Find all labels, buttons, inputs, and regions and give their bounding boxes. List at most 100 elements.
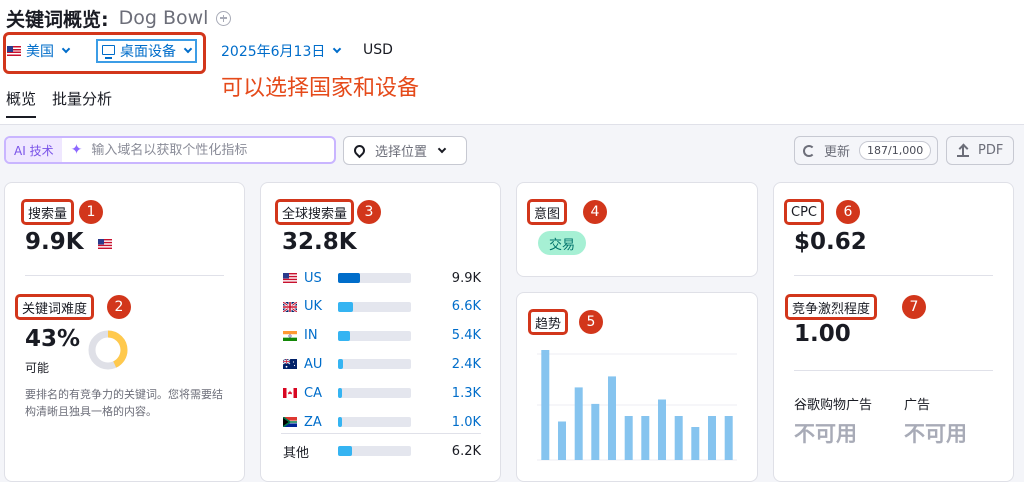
trend-bar-2[interactable]	[558, 421, 566, 461]
country-bar-track	[338, 330, 411, 341]
ads-value: 不可用	[904, 422, 967, 446]
ads-label: 广告	[904, 398, 931, 413]
keyword-title: Dog Bowl	[118, 7, 209, 29]
badge-4: 4	[583, 200, 607, 224]
country-bar-track	[338, 388, 411, 399]
country-bar-track	[338, 359, 411, 370]
trend-bar-12[interactable]	[724, 416, 733, 460]
volume-value: 9.9K	[25, 229, 112, 255]
tab-bar: 概览 批量分析	[6, 88, 128, 118]
country-bar-fill	[338, 417, 342, 427]
country-bar-track	[338, 417, 411, 427]
in-flag-icon	[283, 330, 297, 341]
trend-bar-4[interactable]	[591, 403, 600, 460]
shopping-ads-value: 不可用	[794, 422, 857, 446]
location-dropdown[interactable]: 选择位置	[343, 136, 467, 165]
trend-bar-10[interactable]	[691, 427, 700, 460]
pdf-export-button[interactable]: PDF	[946, 136, 1014, 165]
country-bar-fill	[338, 330, 350, 341]
country-row-in[interactable]: IN 5.4K	[283, 328, 481, 344]
location-label: 选择位置	[375, 145, 428, 160]
card-divider	[794, 275, 993, 276]
pdf-label: PDF	[978, 143, 1004, 158]
badge-2: 2	[107, 295, 131, 319]
country-row-other[interactable]: 其他 6.2K	[283, 443, 481, 461]
country-value: 9.9K	[451, 270, 481, 286]
kd-value: 43%	[25, 326, 81, 352]
currency-label: USD	[363, 42, 393, 58]
country-code: ZA	[304, 414, 322, 430]
cpc-label: CPC	[791, 204, 817, 220]
card-divider	[25, 275, 224, 276]
country-bar-fill	[338, 273, 360, 283]
country-value: 1.3K	[451, 385, 481, 401]
cpc-value: $0.62	[794, 229, 867, 255]
kd-label-highlight: 关键词难度	[15, 294, 95, 320]
chevron-down-icon	[61, 44, 71, 54]
country-divider	[281, 433, 481, 434]
competition-label-highlight: 竞争激烈程度	[785, 294, 878, 320]
add-to-list-icon[interactable]	[216, 10, 232, 26]
other-bar-track	[338, 446, 411, 456]
country-bar-track	[338, 301, 411, 312]
kd-level: 可能	[25, 361, 50, 375]
au-flag-icon	[283, 359, 297, 370]
badge-3: 3	[357, 200, 381, 224]
tab-bulk-analysis[interactable]: 批量分析	[52, 88, 112, 118]
country-dropdown[interactable]: 美国	[7, 41, 71, 61]
ai-domain-input-group: AI 技术 ✦	[4, 136, 336, 164]
badge-1: 1	[79, 200, 103, 224]
country-row-uk[interactable]: UK 6.6K	[283, 299, 481, 315]
other-label: 其他	[283, 445, 310, 461]
domain-input[interactable]	[91, 142, 312, 158]
date-dropdown[interactable]: 2025年6月13日	[221, 41, 342, 61]
country-bar-fill	[338, 359, 343, 370]
country-value: 6.6K	[451, 299, 481, 315]
country-row-ca[interactable]: CA 1.3K	[283, 385, 481, 401]
ca-flag-icon	[283, 388, 297, 399]
competition-value: 1.00	[794, 321, 851, 347]
refresh-icon	[803, 144, 815, 157]
trend-bar-8[interactable]	[658, 399, 666, 461]
country-row-us[interactable]: US 9.9K	[283, 270, 481, 286]
country-row-au[interactable]: AU 2.4K	[283, 356, 481, 372]
country-bar-fill	[338, 301, 353, 312]
kd-donut-chart	[88, 330, 128, 370]
competition-label: 竞争激烈程度	[792, 301, 871, 317]
trend-bar-11[interactable]	[708, 416, 716, 460]
country-value: 2.4K	[451, 356, 481, 372]
country-value: 1.0K	[451, 414, 481, 430]
sparkle-icon: ✦	[70, 142, 83, 158]
country-code: UK	[304, 299, 323, 315]
trend-label: 趋势	[535, 316, 562, 332]
country-code: AU	[304, 356, 323, 372]
refresh-label: 更新	[824, 145, 851, 160]
us-flag-icon	[97, 239, 112, 249]
country-code: US	[304, 270, 322, 286]
annotation-text: 可以选择国家和设备	[221, 76, 420, 101]
trend-bar-5[interactable]	[608, 376, 616, 460]
badge-6: 6	[836, 200, 860, 224]
trend-bar-9[interactable]	[674, 416, 683, 460]
other-bar-fill	[338, 446, 352, 456]
refresh-button[interactable]: 更新 187/1,000	[794, 136, 938, 165]
country-bar-fill	[338, 388, 342, 399]
country-code: IN	[304, 328, 318, 344]
tab-overview[interactable]: 概览	[6, 88, 37, 118]
us-flag-icon	[7, 46, 21, 56]
chevron-down-icon	[333, 44, 342, 54]
device-dropdown[interactable]: 桌面设备	[96, 39, 197, 63]
trend-bar-1[interactable]	[541, 350, 550, 460]
cpc-label-highlight: CPC	[784, 199, 824, 225]
device-label: 桌面设备	[120, 44, 176, 60]
intent-card	[516, 182, 758, 277]
refresh-count-badge: 187/1,000	[859, 141, 932, 160]
trend-bar-7[interactable]	[641, 416, 650, 460]
country-row-za[interactable]: ZA 1.0K	[283, 414, 481, 430]
trend-bar-6[interactable]	[624, 416, 633, 460]
badge-7: 7	[902, 295, 926, 319]
badge-5: 5	[579, 310, 603, 334]
trend-label-highlight: 趋势	[528, 309, 569, 335]
volume-label-highlight: 搜索量	[21, 199, 75, 225]
trend-bar-3[interactable]	[574, 387, 583, 460]
